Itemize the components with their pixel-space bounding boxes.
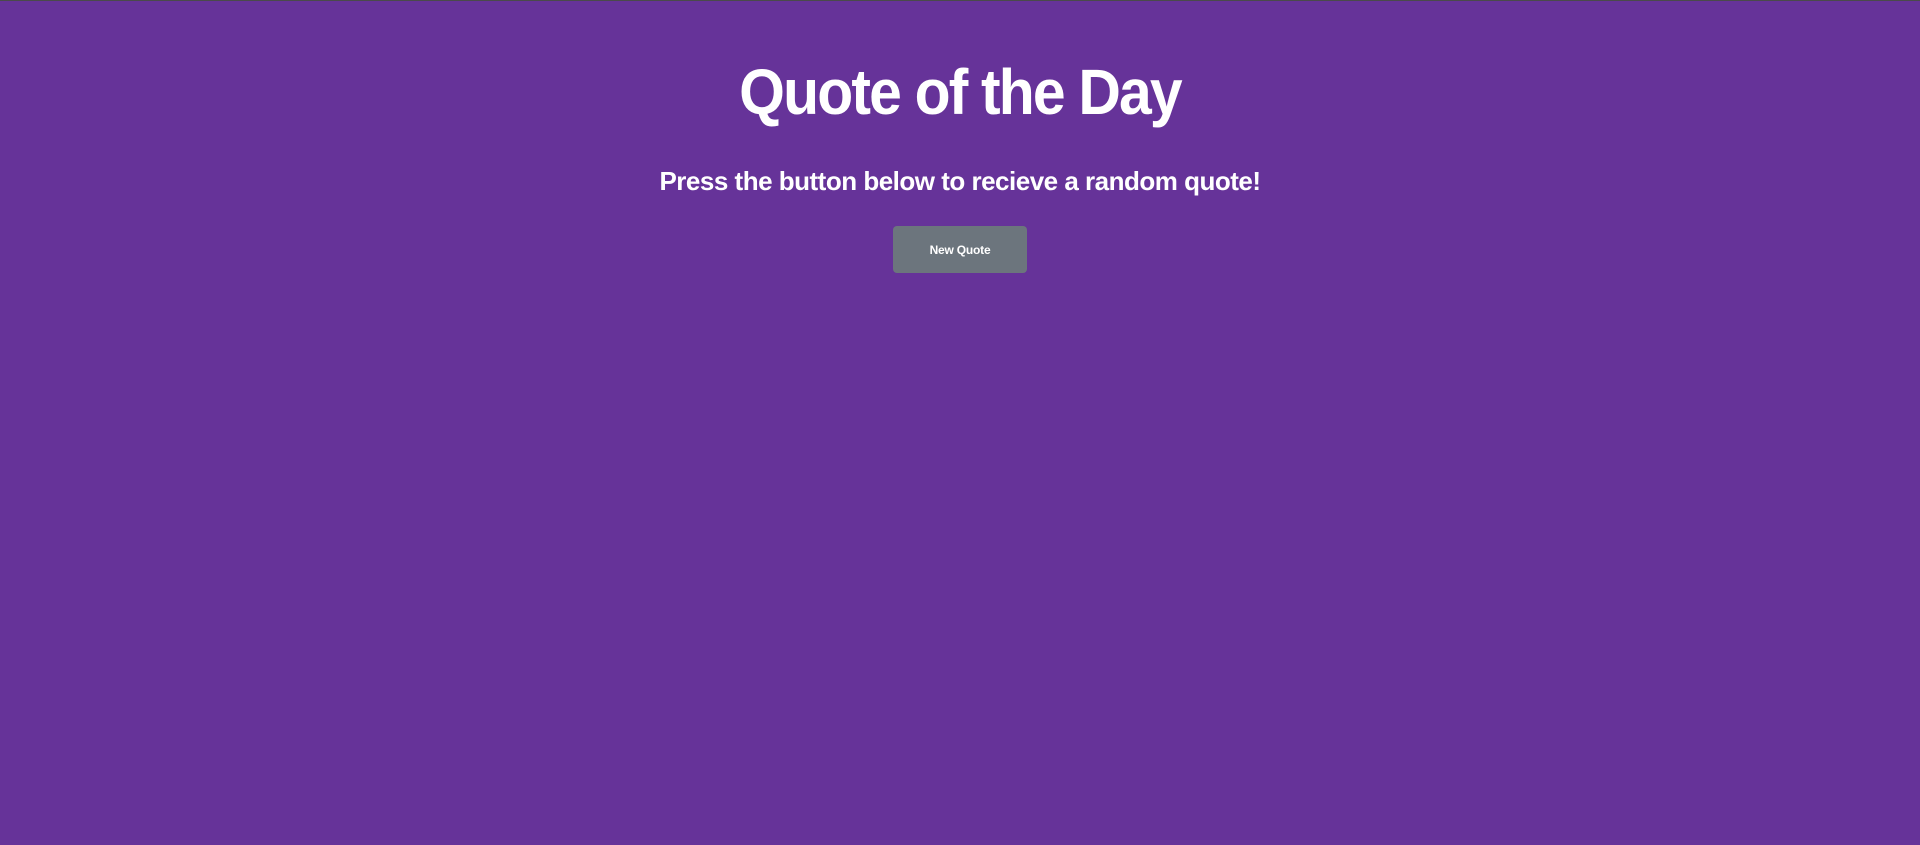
page-title: Quote of the Day [739,56,1182,128]
new-quote-button[interactable]: New Quote [893,226,1027,273]
top-border [0,0,1920,1]
instructions-text: Press the button below to recieve a rand… [659,166,1261,196]
